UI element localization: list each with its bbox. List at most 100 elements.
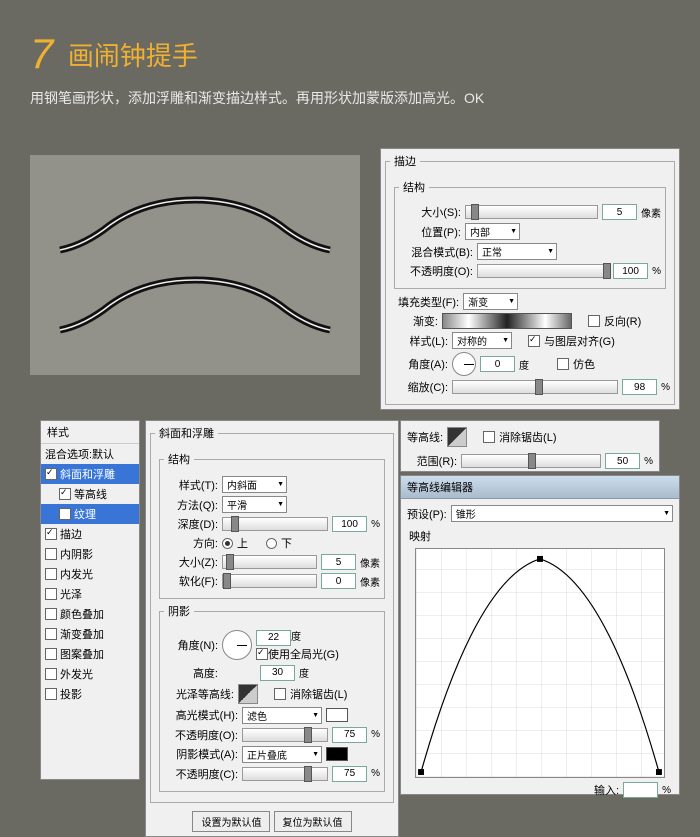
styles-list-panel: 样式 混合选项:默认 斜面和浮雕 等高线 纹理 描边 内阴影 内发光 光泽 颜色… xyxy=(40,420,140,780)
curve-editor[interactable] xyxy=(415,548,665,778)
depth-label: 深度(D): xyxy=(164,516,218,532)
page-title: 画闹钟提手 xyxy=(68,36,198,73)
preset-dropdown[interactable]: 锥形 xyxy=(451,505,673,522)
size-slider[interactable] xyxy=(465,205,598,219)
set-default-button[interactable]: 设置为默认值 xyxy=(192,811,270,832)
highlight-mode-dropdown[interactable]: 滤色 xyxy=(242,707,322,724)
size-input[interactable] xyxy=(602,204,637,220)
bevel-tech-dropdown[interactable]: 平滑 xyxy=(222,496,287,513)
stroke-checkbox[interactable] xyxy=(45,528,57,540)
angle-dial[interactable] xyxy=(452,352,476,376)
gradient-overlay-checkbox[interactable] xyxy=(45,628,57,640)
contour-picker[interactable] xyxy=(447,427,467,447)
blend-dropdown[interactable]: 正常 xyxy=(477,243,557,260)
contour-checkbox[interactable] xyxy=(59,488,71,500)
depth-unit: % xyxy=(371,519,380,530)
stroke-struct-legend: 结构 xyxy=(399,179,429,195)
soften-slider[interactable] xyxy=(222,574,317,588)
bevel-style-label: 样式(T): xyxy=(164,477,218,493)
depth-input[interactable] xyxy=(332,516,367,532)
style-outer-glow[interactable]: 外发光 xyxy=(41,664,139,684)
bevel-angle-input[interactable] xyxy=(256,630,291,646)
grad-style-dropdown[interactable]: 对称的 xyxy=(452,332,512,349)
altitude-input[interactable] xyxy=(260,665,295,681)
scale-slider[interactable] xyxy=(452,380,618,394)
angle-label: 角度(A): xyxy=(398,356,448,372)
highlight-color-swatch[interactable] xyxy=(326,708,348,722)
bevel-angle-dial[interactable] xyxy=(222,630,252,660)
direction-up-radio[interactable] xyxy=(222,538,233,549)
angle-input[interactable] xyxy=(480,356,515,372)
fill-type-dropdown[interactable]: 渐变 xyxy=(463,293,518,310)
style-pattern-overlay[interactable]: 图案叠加 xyxy=(41,644,139,664)
bevel-angle-unit: 度 xyxy=(291,632,301,643)
global-light-checkbox[interactable] xyxy=(256,648,268,660)
global-light-label: 使用全局光(G) xyxy=(268,649,339,661)
style-contour[interactable]: 等高线 xyxy=(41,484,139,504)
style-satin[interactable]: 光泽 xyxy=(41,584,139,604)
bevel-size-unit: 像素 xyxy=(360,555,380,570)
shadow-mode-dropdown[interactable]: 正片叠底 xyxy=(242,746,322,763)
gradient-picker[interactable] xyxy=(442,313,572,329)
color-overlay-checkbox[interactable] xyxy=(45,608,57,620)
opacity-slider[interactable] xyxy=(477,264,609,278)
bevel-style-dropdown[interactable]: 内斜面 xyxy=(222,476,287,493)
scale-input[interactable] xyxy=(622,379,657,395)
style-inner-shadow[interactable]: 内阴影 xyxy=(41,544,139,564)
depth-slider[interactable] xyxy=(222,517,328,531)
style-blend-default[interactable]: 混合选项:默认 xyxy=(41,444,139,464)
highlight-mode-label: 高光模式(H): xyxy=(164,707,238,723)
drop-shadow-checkbox[interactable] xyxy=(45,688,57,700)
range-slider[interactable] xyxy=(461,454,601,468)
shadow-opacity-slider[interactable] xyxy=(242,767,328,781)
pattern-overlay-checkbox[interactable] xyxy=(45,648,57,660)
input-value[interactable] xyxy=(623,782,658,798)
reverse-checkbox[interactable] xyxy=(588,315,600,327)
angle-unit: 度 xyxy=(519,357,529,372)
gloss-contour-picker[interactable] xyxy=(238,684,258,704)
bevel-checkbox[interactable] xyxy=(45,468,57,480)
style-gradient-overlay[interactable]: 渐变叠加 xyxy=(41,624,139,644)
position-dropdown[interactable]: 内部 xyxy=(465,223,520,240)
subtitle-text: 用钢笔画形状，添加浮雕和渐变描边样式。再用形状加蒙版添加高光。OK xyxy=(30,88,670,108)
reset-default-button[interactable]: 复位为默认值 xyxy=(274,811,352,832)
inner-glow-checkbox[interactable] xyxy=(45,568,57,580)
scale-label: 缩放(C): xyxy=(398,379,448,395)
dither-checkbox[interactable] xyxy=(557,358,569,370)
bevel-size-input[interactable] xyxy=(321,554,356,570)
satin-checkbox[interactable] xyxy=(45,588,57,600)
range-input[interactable] xyxy=(605,453,640,469)
style-stroke[interactable]: 描边 xyxy=(41,524,139,544)
align-checkbox[interactable] xyxy=(528,335,540,347)
contour-aa-checkbox[interactable] xyxy=(483,431,495,443)
contour-label: 等高线: xyxy=(407,429,443,445)
gloss-aa-checkbox[interactable] xyxy=(274,688,286,700)
shadow-legend: 阴影 xyxy=(164,603,194,619)
opacity-unit: % xyxy=(652,266,661,277)
texture-checkbox[interactable] xyxy=(59,508,71,520)
opacity-input[interactable] xyxy=(613,263,648,279)
style-drop-shadow[interactable]: 投影 xyxy=(41,684,139,704)
style-inner-glow[interactable]: 内发光 xyxy=(41,564,139,584)
styles-header: 样式 xyxy=(41,421,139,444)
input-unit: % xyxy=(662,785,671,796)
inner-shadow-checkbox[interactable] xyxy=(45,548,57,560)
bevel-size-slider[interactable] xyxy=(222,555,317,569)
shadow-color-swatch[interactable] xyxy=(326,747,348,761)
shadow-opacity-input[interactable] xyxy=(332,766,367,782)
soften-input[interactable] xyxy=(321,573,356,589)
style-bevel[interactable]: 斜面和浮雕 xyxy=(41,464,139,484)
handle-shape-2 xyxy=(55,275,335,335)
style-color-overlay[interactable]: 颜色叠加 xyxy=(41,604,139,624)
bevel-tech-label: 方法(Q): xyxy=(164,497,218,513)
reverse-label: 反向(R) xyxy=(604,313,641,329)
direction-down-radio[interactable] xyxy=(266,538,277,549)
highlight-opacity-input[interactable] xyxy=(332,727,367,743)
highlight-opacity-slider[interactable] xyxy=(242,728,328,742)
soften-unit: 像素 xyxy=(360,574,380,589)
range-unit: % xyxy=(644,456,653,467)
outer-glow-checkbox[interactable] xyxy=(45,668,57,680)
direction-down-label: 下 xyxy=(281,535,292,551)
style-texture[interactable]: 纹理 xyxy=(41,504,139,524)
align-label: 与图层对齐(G) xyxy=(544,333,615,349)
